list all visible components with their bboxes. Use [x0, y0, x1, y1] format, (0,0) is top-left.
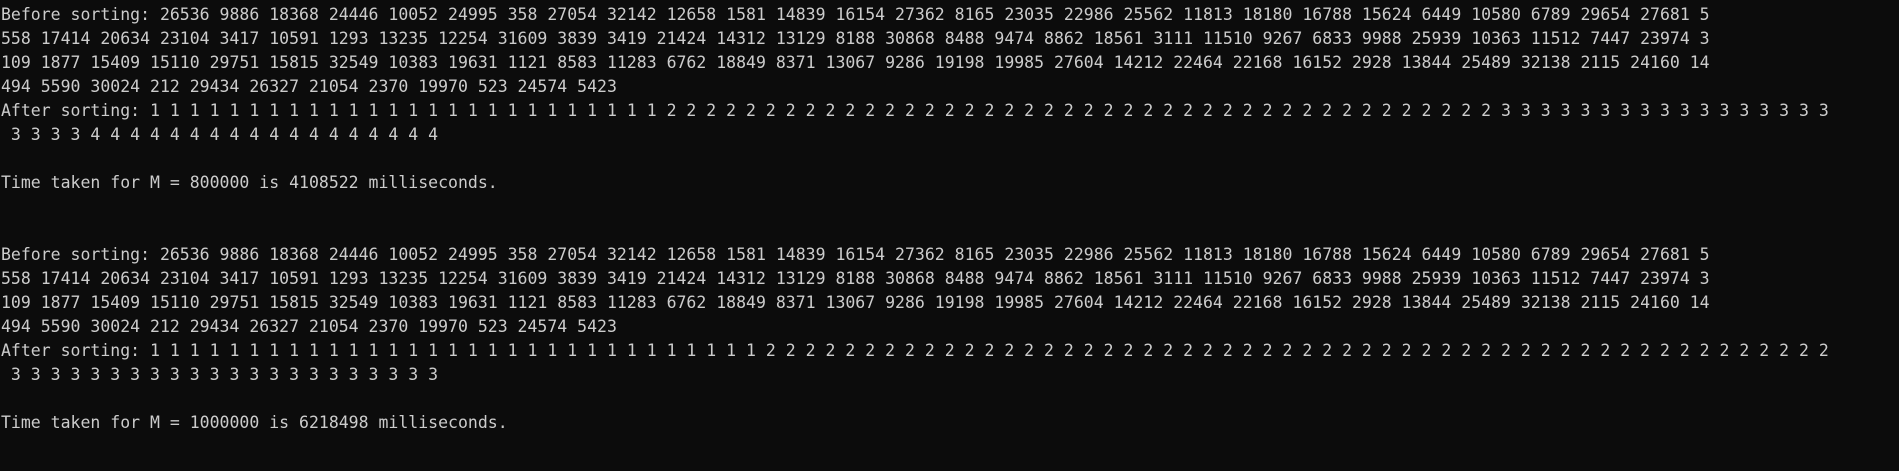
console-line: 109 1877 15409 15110 29751 15815 32549 1… [1, 53, 1710, 72]
console-line: After sorting: 1 1 1 1 1 1 1 1 1 1 1 1 1… [1, 101, 1829, 120]
console-line: 494 5590 30024 212 29434 26327 21054 237… [1, 317, 617, 336]
console-line: Before sorting: 26536 9886 18368 24446 1… [1, 5, 1710, 24]
console-line: 3 3 3 3 4 4 4 4 4 4 4 4 4 4 4 4 4 4 4 4 … [1, 125, 439, 144]
console-line: Before sorting: 26536 9886 18368 24446 1… [1, 245, 1710, 264]
console-line: Time taken for M = 1000000 is 6218498 mi… [1, 413, 508, 432]
console-line: 558 17414 20634 23104 3417 10591 1293 13… [1, 29, 1710, 48]
console-line: 109 1877 15409 15110 29751 15815 32549 1… [1, 293, 1710, 312]
console-line: 494 5590 30024 212 29434 26327 21054 237… [1, 77, 617, 96]
console-line: 558 17414 20634 23104 3417 10591 1293 13… [1, 269, 1710, 288]
console-line: After sorting: 1 1 1 1 1 1 1 1 1 1 1 1 1… [1, 341, 1829, 360]
console-line: 3 3 3 3 3 3 3 3 3 3 3 3 3 3 3 3 3 3 3 3 … [1, 365, 439, 384]
console-line: Time taken for M = 800000 is 4108522 mil… [1, 173, 498, 192]
terminal-output[interactable]: Before sorting: 26536 9886 18368 24446 1… [0, 0, 1899, 471]
